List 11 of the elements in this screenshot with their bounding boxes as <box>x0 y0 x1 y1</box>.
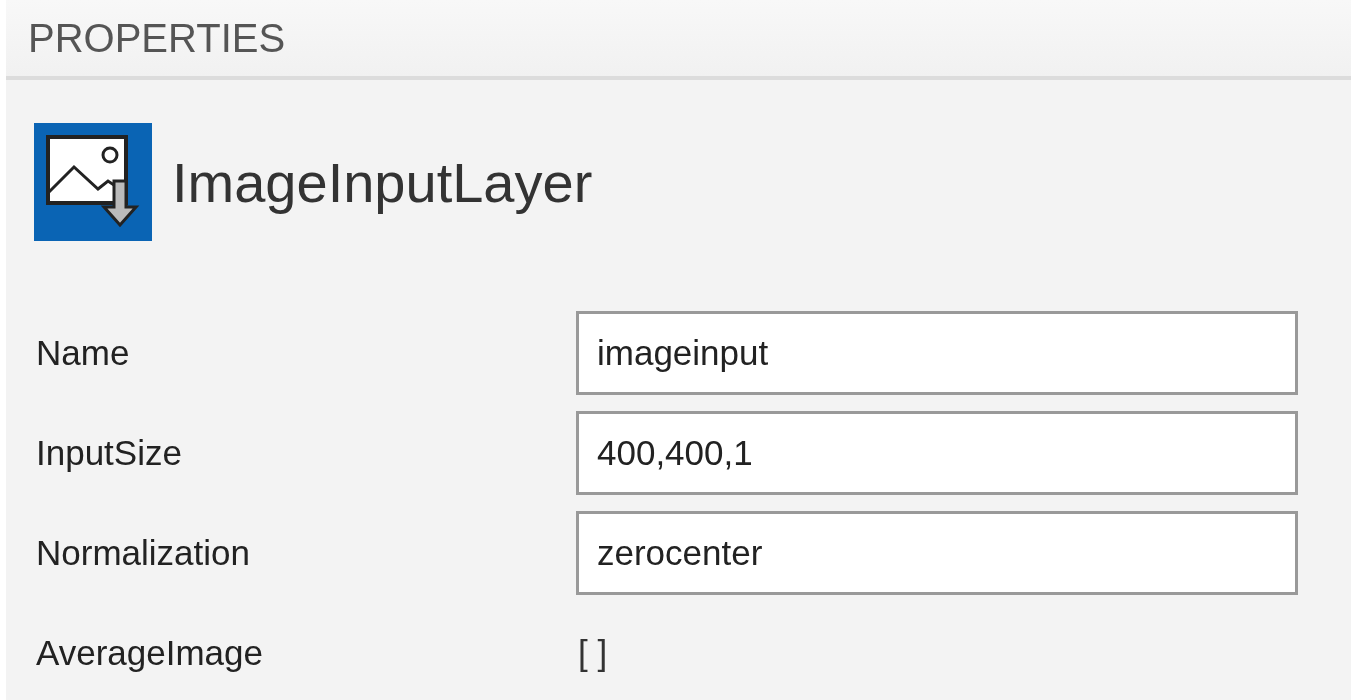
image-input-icon <box>34 123 152 241</box>
property-field[interactable]: 400,400,1 <box>576 411 1298 495</box>
layer-name: ImageInputLayer <box>172 149 593 215</box>
property-value: [ ] <box>577 633 608 673</box>
property-label: Normalization <box>36 533 251 573</box>
property-label: Name <box>36 333 131 373</box>
property-field[interactable]: imageinput <box>576 311 1298 395</box>
property-field[interactable]: zerocenter <box>576 511 1298 595</box>
panel-title: PROPERTIES <box>28 15 286 61</box>
property-label: AverageImage <box>36 633 264 673</box>
property-label: InputSize <box>36 433 183 473</box>
